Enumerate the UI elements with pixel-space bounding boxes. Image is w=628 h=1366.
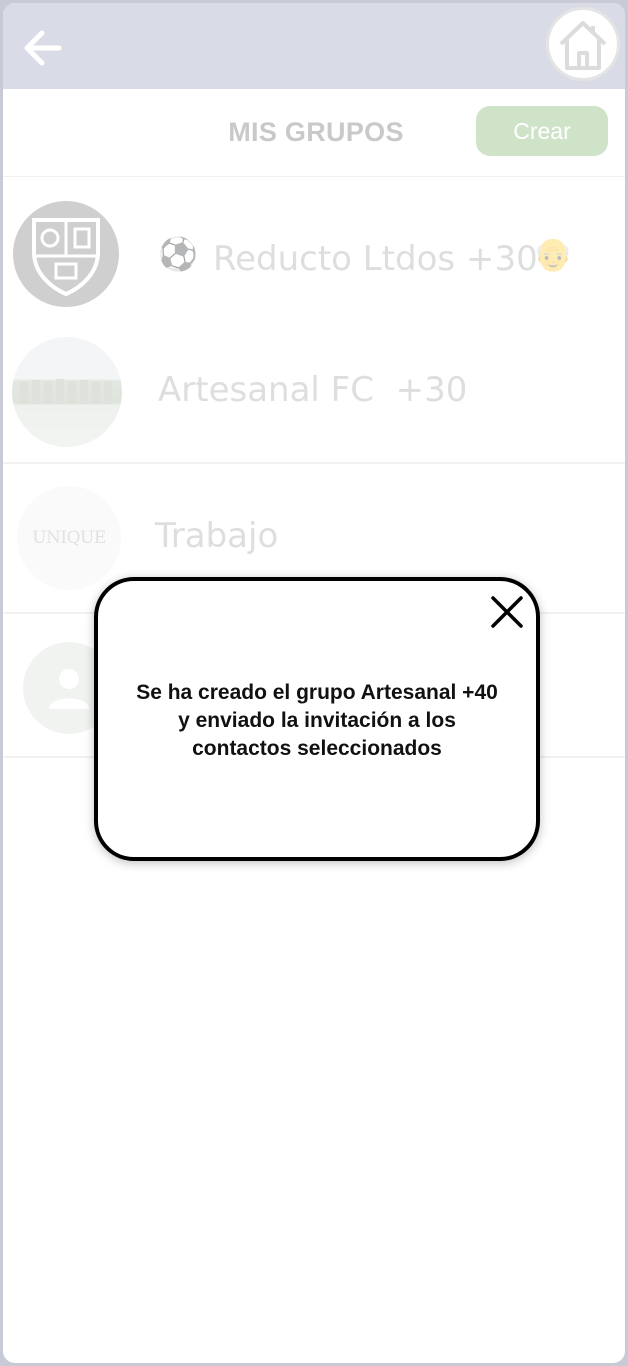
- confirmation-dialog: Se ha creado el grupo Artesanal +40 y en…: [94, 577, 540, 861]
- dialog-message: Se ha creado el grupo Artesanal +40 y en…: [136, 681, 498, 760]
- close-button[interactable]: [490, 595, 524, 629]
- close-icon: [491, 596, 523, 628]
